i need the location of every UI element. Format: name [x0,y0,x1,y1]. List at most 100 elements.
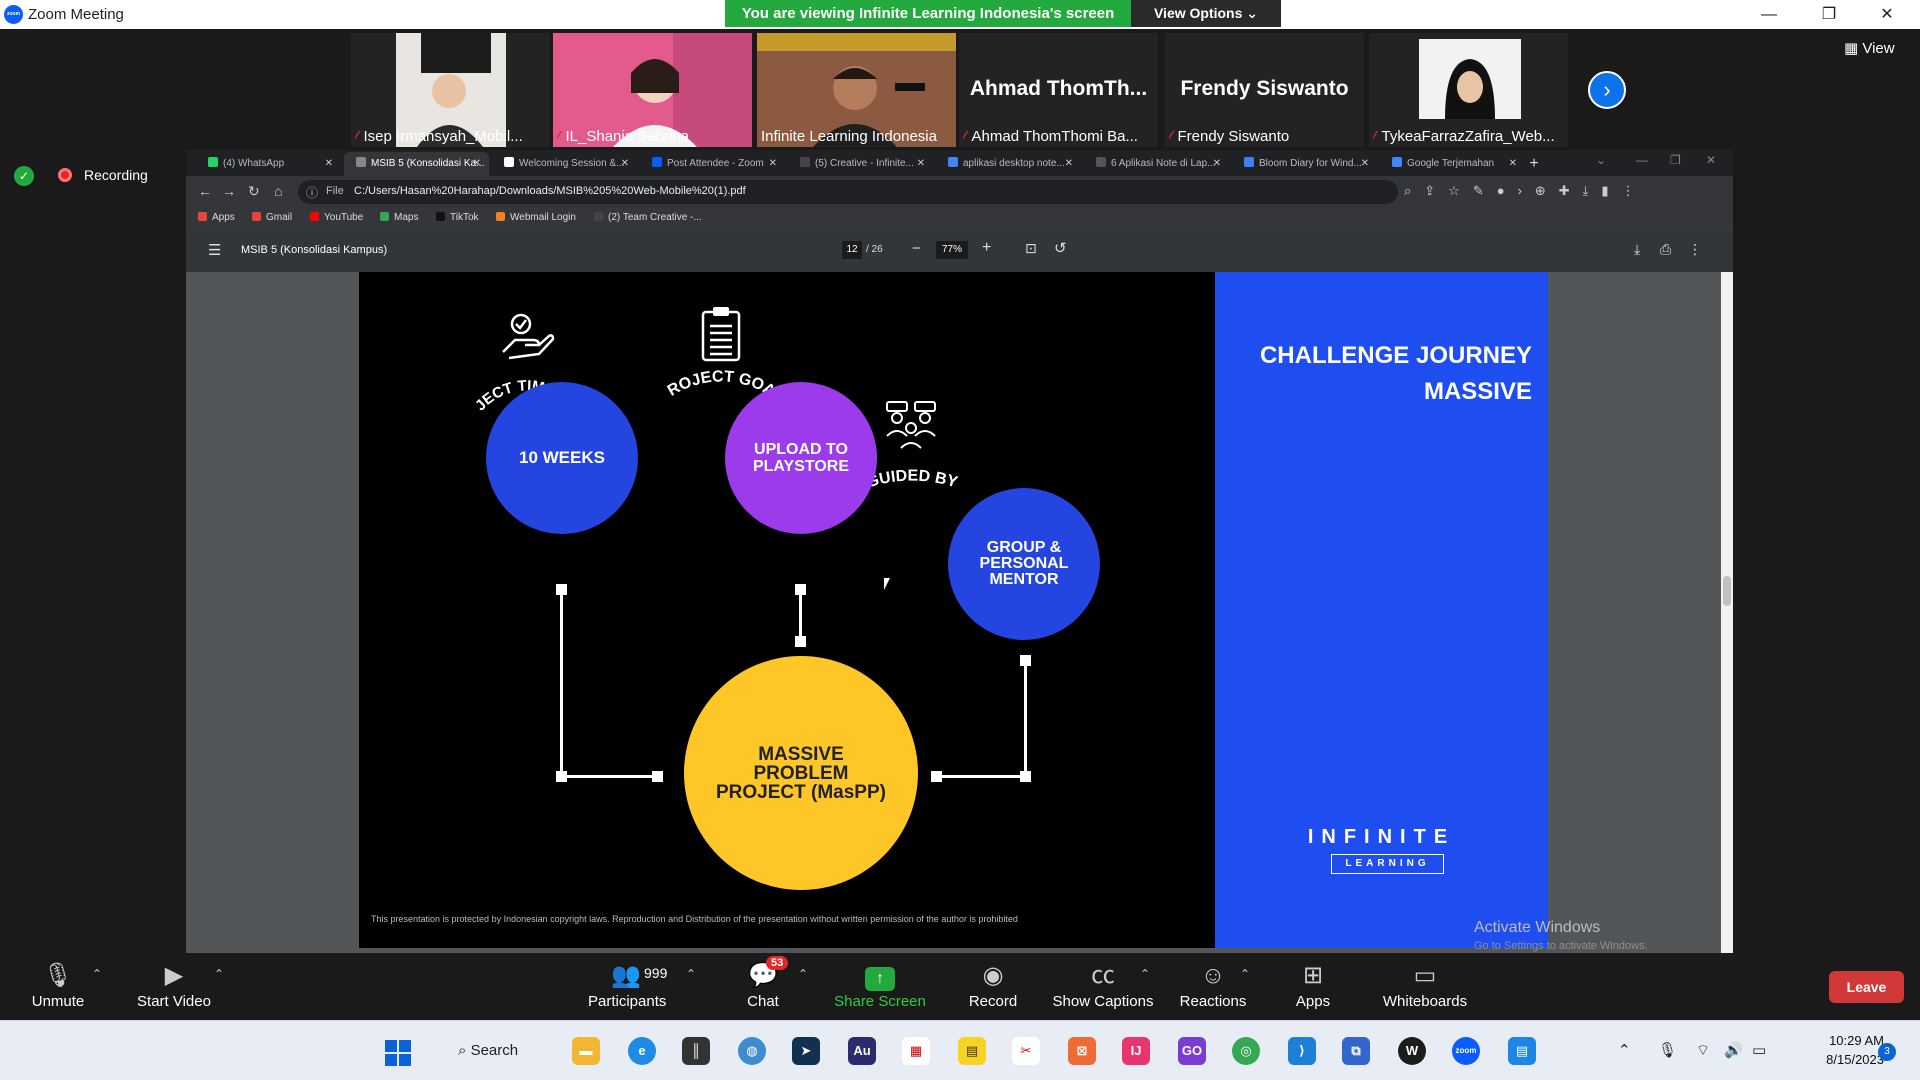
browser-tab[interactable]: (5) Creative - Infinite... ✕ [788,152,933,176]
apps-button[interactable]: ⊞ Apps [1292,961,1334,1010]
audio-options-caret-icon[interactable]: ⌃ [92,967,102,981]
browser-tab[interactable]: aplikasi desktop note... ✕ [936,152,1081,176]
reload-icon[interactable]: ↻ [248,183,260,200]
close-tab-icon[interactable]: ✕ [1361,152,1369,176]
minimize-icon[interactable]: — [1740,0,1798,29]
participant-tile[interactable]: ⁄ IL_Shania Sabrina [553,33,752,147]
audio-app-icon[interactable]: ║ [682,1037,710,1065]
audition-icon[interactable]: Au [848,1037,876,1065]
browser-tab[interactable]: Google Terjemahan ✕ [1380,152,1525,176]
notification-badge[interactable]: 3 [1878,1043,1896,1061]
microphone-tray-icon[interactable]: 🎙 [1658,1041,1677,1059]
bookmark-youtube[interactable]: YouTube [310,212,363,223]
participants-caret-icon[interactable]: ⌃ [686,967,696,981]
browser-tab[interactable]: Bloom Diary for Wind... ✕ [1232,152,1377,176]
store-icon[interactable]: ▦ [902,1037,930,1065]
show-captions-button[interactable]: ㏄ Show Captions [1052,961,1154,1010]
close-tab-icon[interactable]: ✕ [325,152,333,176]
zoom-level-input[interactable]: 77% [936,241,968,259]
close-tab-icon[interactable]: ✕ [473,152,481,176]
bookmark-webmail[interactable]: Webmail Login [496,212,576,223]
view-options-button[interactable]: View Options ⌄ [1131,0,1281,27]
reactions-button[interactable]: ☺ Reactions [1176,961,1250,1010]
info-icon[interactable]: ⓘ [306,184,318,201]
download-icon[interactable]: ⤓ [1634,241,1640,258]
wifi-icon[interactable]: ⌔ [1696,1041,1710,1060]
bookmark-team-creative[interactable]: (2) Team Creative -... [594,212,702,223]
xampp-icon[interactable]: ⊠ [1068,1037,1096,1065]
bookmark-apps[interactable]: Apps [198,212,235,223]
zoom-taskbar-icon[interactable]: zoom [1452,1037,1480,1065]
bookmark-tiktok[interactable]: TikTok [436,212,479,223]
new-tab-icon[interactable]: + [1524,154,1544,174]
extension-icons[interactable]: ⌕⇪☆✎●›⊕✚⤓▮⋮ [1404,183,1648,199]
shield-icon[interactable]: ✓ [14,166,34,186]
arrow-app-icon[interactable]: ➤ [792,1037,820,1065]
browser-close-icon[interactable]: ✕ [1706,153,1716,167]
close-tab-icon[interactable]: ✕ [1065,152,1073,176]
tab-search-icon[interactable]: ⌄ [1596,153,1606,167]
browser-tab[interactable]: (4) WhatsApp ✕ [196,152,341,176]
video-options-caret-icon[interactable]: ⌃ [214,967,224,981]
next-participants-button[interactable]: › [1588,71,1626,109]
participant-tile-active-speaker[interactable]: Infinite Learning Indonesia [757,33,956,147]
chrome-icon[interactable]: ◎ [1232,1037,1260,1065]
menu-icon[interactable]: ☰ [208,241,221,259]
print-icon[interactable]: ⎙ [1660,241,1671,258]
share-screen-button[interactable]: ↑ Share Screen [834,961,926,1010]
taskbar-search[interactable]: ⌕ Search [444,1033,544,1069]
fit-page-icon[interactable]: ⊡ [1025,240,1037,257]
close-tab-icon[interactable]: ✕ [769,152,777,176]
start-video-button[interactable]: ▶ Start Video [132,961,216,1010]
more-options-icon[interactable]: ⋮ [1688,241,1702,258]
url-text[interactable]: C:/Users/Hasan%20Harahap/Downloads/MSIB%… [354,185,746,197]
bookmark-maps[interactable]: Maps [380,212,418,223]
browser-minimize-icon[interactable]: — [1636,153,1648,167]
goland-icon[interactable]: GO [1178,1037,1206,1065]
browser-tab[interactable]: Post Attendee - Zoom ✕ [640,152,785,176]
zoom-out-icon[interactable]: − [912,240,921,257]
app-w-icon[interactable]: W [1398,1037,1426,1065]
close-tab-icon[interactable]: ✕ [1509,152,1517,176]
zoom-in-icon[interactable]: + [982,239,991,257]
reactions-caret-icon[interactable]: ⌃ [1240,967,1250,981]
participant-tile[interactable]: ⁄ Isep Irmansyah_Mobil... [351,33,550,147]
view-button[interactable]: ▦ View [1844,39,1895,57]
unmute-button[interactable]: 🎙 Unmute [28,961,88,1010]
taskbar-clock[interactable]: 10:29 AM 8/15/2023 [1796,1031,1884,1069]
globe-app-icon[interactable]: ◍ [738,1037,766,1065]
network-app-icon[interactable]: ⧉ [1342,1037,1370,1065]
battery-icon[interactable]: ▭ [1752,1041,1766,1059]
windows-start-icon[interactable] [385,1040,411,1066]
page-number-input[interactable]: 12 [842,241,862,259]
participant-tile[interactable]: Frendy Siswanto ⁄ Frendy Siswanto [1165,33,1364,147]
scrollbar-thumb[interactable] [1723,576,1731,606]
browser-restore-icon[interactable]: ❐ [1670,153,1681,167]
home-icon[interactable]: ⌂ [274,183,282,199]
back-icon[interactable]: ← [198,183,212,199]
close-tab-icon[interactable]: ✕ [621,152,629,176]
edge-icon[interactable]: e [628,1037,656,1065]
bookmark-gmail[interactable]: Gmail [252,212,292,223]
whiteboards-button[interactable]: ▭ Whiteboards [1380,961,1470,1010]
pdf-scrollbar[interactable] [1721,272,1733,953]
file-explorer-icon[interactable]: ▬ [572,1037,600,1065]
participant-tile[interactable]: Ahmad ThomTh... ⁄ Ahmad ThomThomi Ba... [959,33,1158,147]
record-button[interactable]: ◉ Record [964,961,1022,1010]
notepad-icon[interactable]: ▤ [1508,1037,1536,1065]
restore-icon[interactable]: ❐ [1800,0,1858,29]
close-tab-icon[interactable]: ✕ [1213,152,1221,176]
close-tab-icon[interactable]: ✕ [917,152,925,176]
intellij-icon[interactable]: IJ [1122,1037,1150,1065]
browser-tab[interactable]: Welcoming Session &... ✕ [492,152,637,176]
forward-icon[interactable]: → [222,183,236,199]
volume-icon[interactable]: 🔊 [1724,1041,1743,1059]
snipping-tool-icon[interactable]: ✂ [1012,1037,1040,1065]
browser-tab-active[interactable]: MSIB 5 (Konsolidasi Ka... ✕ [344,152,489,176]
sticky-notes-icon[interactable]: ▤ [958,1037,986,1065]
rotate-icon[interactable]: ↺ [1054,239,1067,257]
vscode-icon[interactable]: ⟩ [1288,1037,1316,1065]
browser-tab[interactable]: 6 Aplikasi Note di Lap... ✕ [1084,152,1229,176]
show-hidden-icons-icon[interactable]: ⌃ [1618,1041,1631,1059]
participant-tile[interactable]: ⁄ TykeaFarrazZafira_Web... [1369,33,1568,147]
